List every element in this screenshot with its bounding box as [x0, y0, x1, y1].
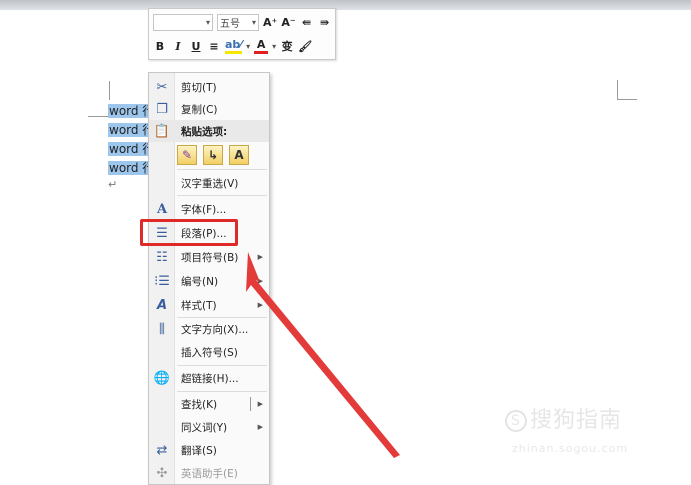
- watermark-url: zhinan.sogou.com: [512, 442, 629, 455]
- watermark: S 搜狗指南: [505, 402, 622, 434]
- watermark-text: 搜狗指南: [530, 408, 623, 433]
- arrow-shape: [246, 252, 400, 458]
- watermark-logo-icon: S: [505, 410, 527, 432]
